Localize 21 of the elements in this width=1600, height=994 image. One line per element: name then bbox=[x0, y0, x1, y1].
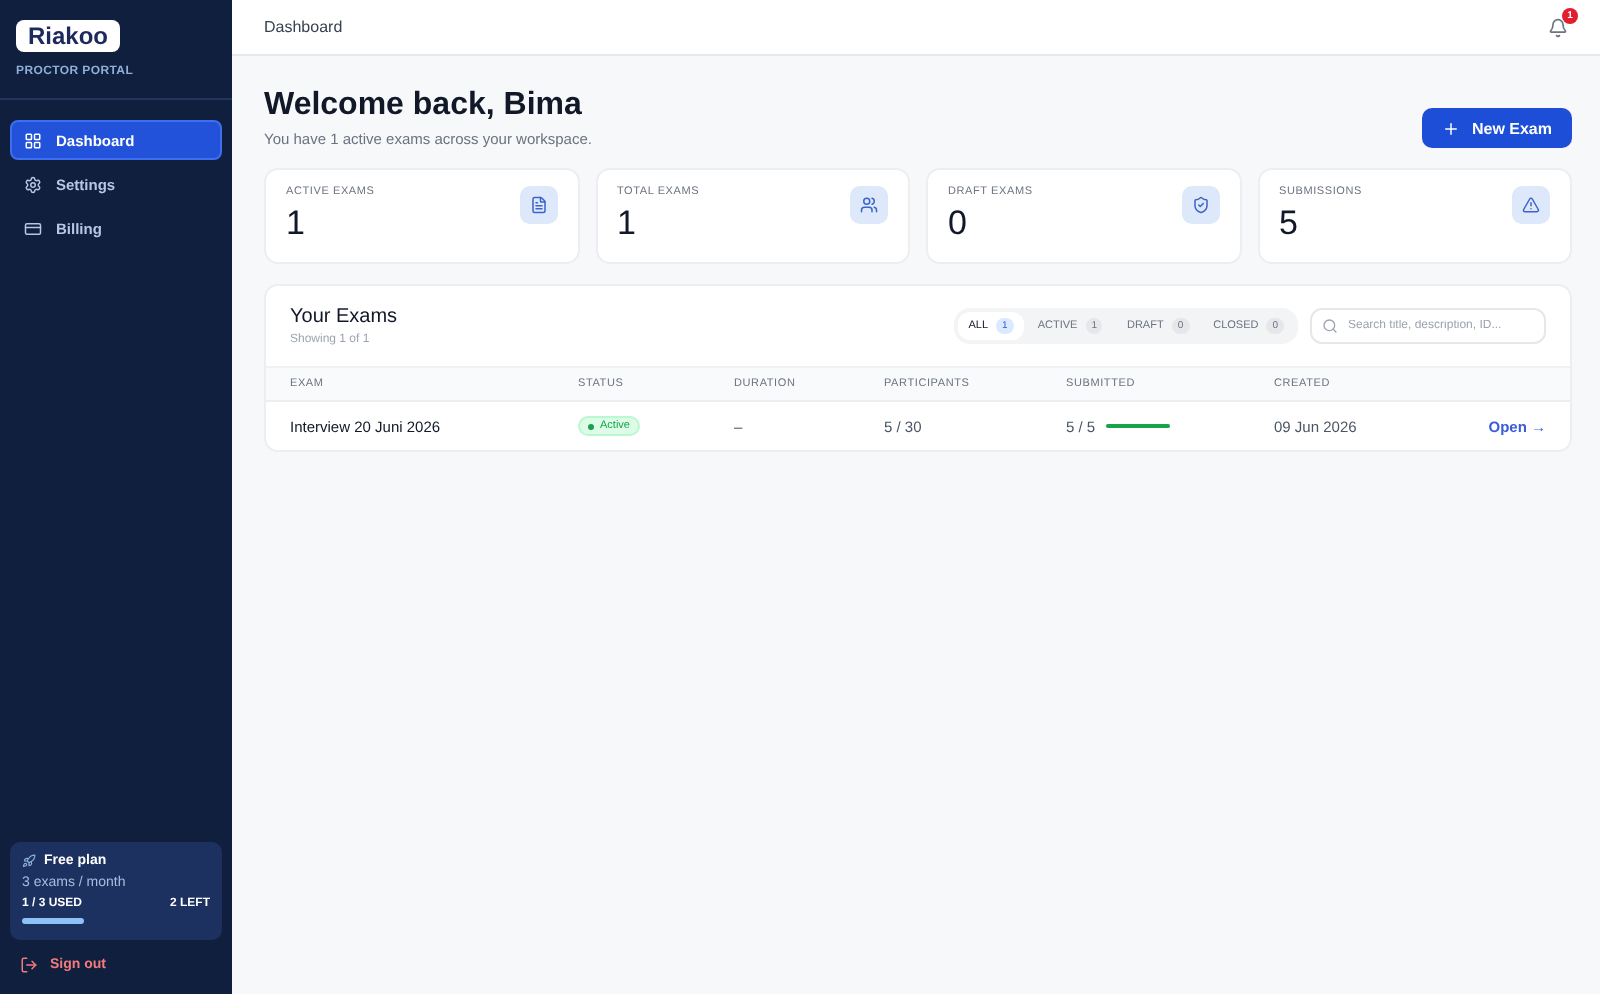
logo: Riakoo bbox=[16, 20, 121, 52]
rocket-icon bbox=[22, 854, 36, 868]
users-icon bbox=[850, 186, 888, 224]
new-exam-button[interactable]: New Exam bbox=[1421, 108, 1572, 148]
stat-value: 1 bbox=[617, 204, 638, 244]
welcome-title: Welcome back, Bima bbox=[264, 88, 584, 124]
document-icon bbox=[519, 186, 557, 224]
grid-icon bbox=[24, 131, 42, 149]
warning-icon bbox=[1512, 186, 1550, 224]
search-icon bbox=[1322, 318, 1338, 334]
breadcrumb: Dashboard bbox=[264, 18, 343, 36]
card-icon bbox=[24, 219, 42, 237]
sign-out-icon bbox=[20, 956, 38, 974]
shield-check-icon bbox=[1181, 186, 1219, 224]
stat-value: 0 bbox=[948, 204, 969, 244]
plus-icon bbox=[1441, 119, 1460, 137]
bell-icon[interactable] bbox=[1548, 17, 1568, 37]
panel-title: Your Exams bbox=[290, 306, 398, 328]
settings-icon bbox=[24, 175, 42, 193]
stat-value: 5 bbox=[1279, 204, 1300, 244]
stat-value: 1 bbox=[286, 204, 307, 244]
